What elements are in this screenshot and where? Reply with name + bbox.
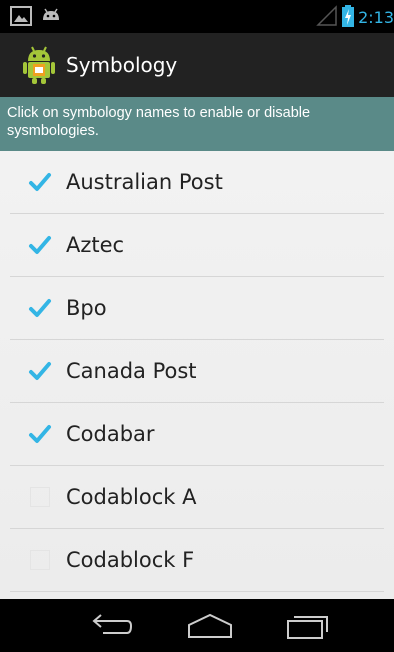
picture-icon — [10, 6, 32, 30]
list-item[interactable]: Codablock A — [10, 466, 384, 529]
status-right-icons: 2:13 — [316, 5, 394, 31]
checkmark-icon[interactable] — [28, 233, 52, 257]
checkmark-icon[interactable] — [28, 359, 52, 383]
checkmark-icon[interactable] — [28, 170, 52, 194]
symbology-label: Codablock F — [66, 548, 195, 572]
list-item[interactable]: Codablock F — [10, 529, 384, 592]
checkbox-empty[interactable] — [30, 487, 50, 507]
back-icon[interactable] — [86, 612, 136, 640]
status-time: 2:13 — [358, 8, 394, 27]
instruction-text: Click on symbology names to enable or di… — [7, 105, 311, 139]
android-notification-icon — [40, 6, 62, 30]
status-left-icons — [10, 6, 62, 30]
symbology-label: Codabar — [66, 422, 155, 446]
symbology-label: Canada Post — [66, 359, 197, 383]
symbology-label: Aztec — [66, 233, 125, 257]
symbology-list: Australian Post Aztec Bpo Canada Post Codaba… — [0, 151, 394, 599]
action-bar: Symbology — [0, 33, 394, 97]
battery-charging-icon — [342, 5, 355, 31]
navigation-bar — [0, 599, 394, 652]
list-item[interactable]: Bpo — [10, 277, 384, 340]
home-icon[interactable] — [184, 612, 236, 640]
signal-icon — [316, 5, 338, 31]
checkmark-icon[interactable] — [28, 296, 52, 320]
list-item[interactable]: Codabar — [10, 403, 384, 466]
list-item[interactable]: Aztec — [10, 214, 384, 277]
symbology-label: Bpo — [66, 296, 107, 320]
status-bar: 2:13 — [0, 0, 394, 33]
instruction-banner: Click on symbology names to enable or di… — [0, 97, 394, 151]
list-item[interactable]: Canada Post — [10, 340, 384, 403]
symbology-label: Australian Post — [66, 170, 223, 194]
checkmark-icon[interactable] — [28, 422, 52, 446]
symbology-label: Codablock A — [66, 485, 197, 509]
checkbox-empty[interactable] — [30, 550, 50, 570]
screen: 2:13 Symbology Click on symbology names … — [0, 0, 394, 652]
recents-icon[interactable] — [283, 612, 333, 640]
page-title: Symbology — [66, 53, 178, 77]
list-item[interactable]: Australian Post — [10, 151, 384, 214]
android-app-icon[interactable] — [22, 45, 56, 85]
